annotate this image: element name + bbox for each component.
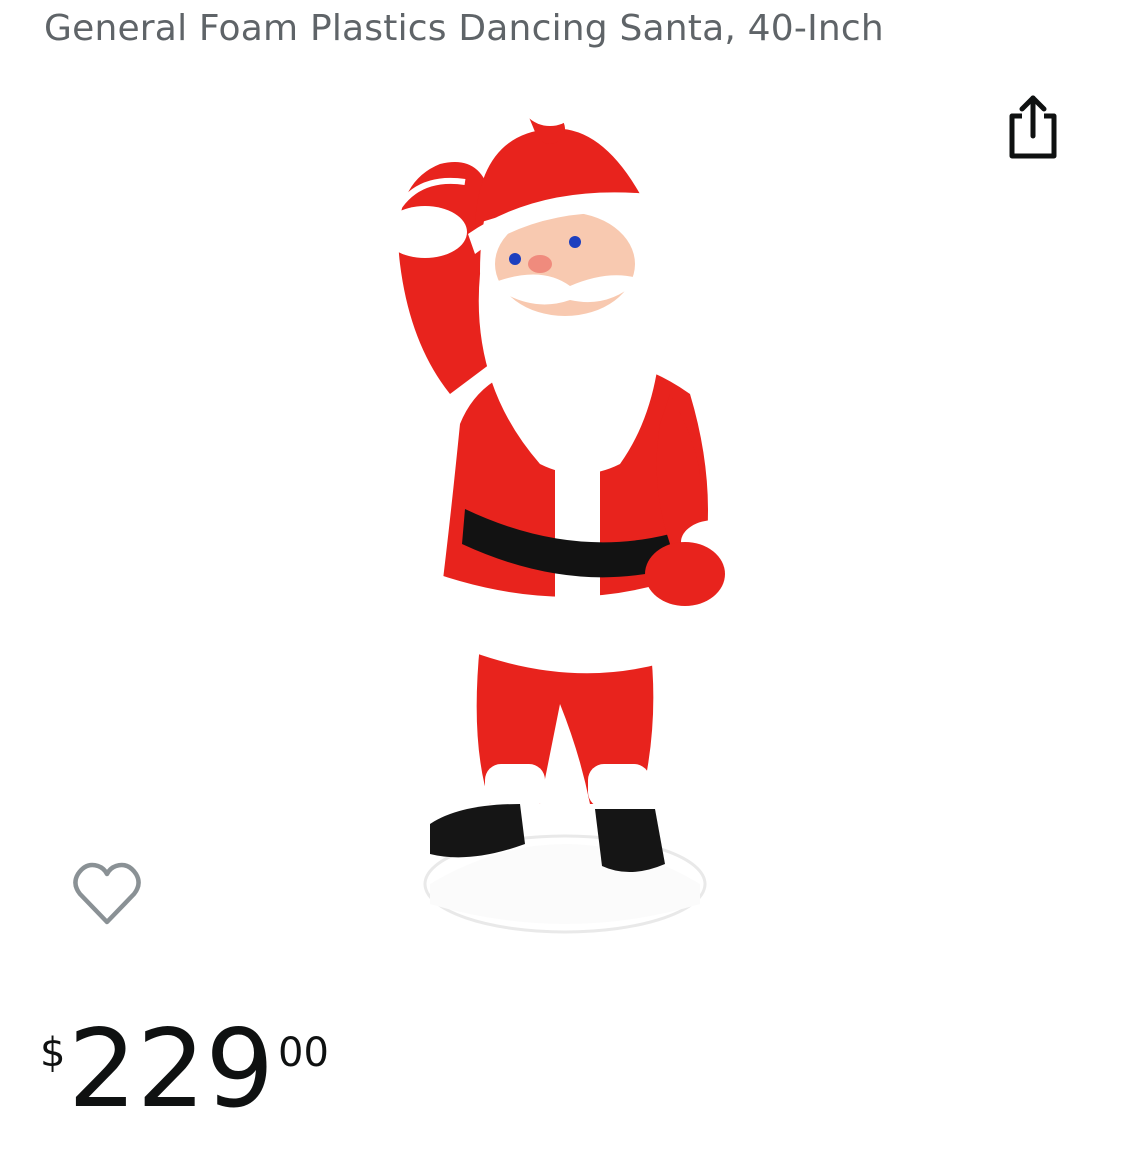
share-icon (1009, 95, 1057, 159)
price-whole: 229 (68, 1007, 275, 1132)
product-title: General Foam Plastics Dancing Santa, 40-… (44, 8, 884, 49)
product-image[interactable] (370, 62, 760, 944)
heart-outline-icon (73, 862, 141, 925)
price-fraction: 00 (278, 1030, 329, 1076)
wishlist-button[interactable] (70, 860, 144, 930)
share-button[interactable] (1004, 92, 1062, 160)
price-symbol: $ (40, 1030, 66, 1076)
